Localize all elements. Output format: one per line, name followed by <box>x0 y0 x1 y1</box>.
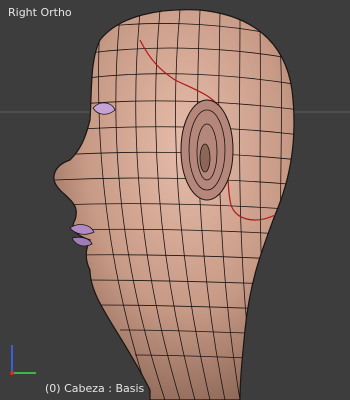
x-axis-point <box>10 371 14 375</box>
ear <box>180 99 234 201</box>
head-mesh[interactable] <box>0 0 350 400</box>
axis-gizmo-icon <box>10 345 36 375</box>
3d-viewport[interactable]: Right Ortho (0) Cabeza: Basis <box>0 0 350 400</box>
head-silhouette <box>53 9 295 400</box>
object-info: (0) Cabeza : Basis <box>45 382 145 395</box>
